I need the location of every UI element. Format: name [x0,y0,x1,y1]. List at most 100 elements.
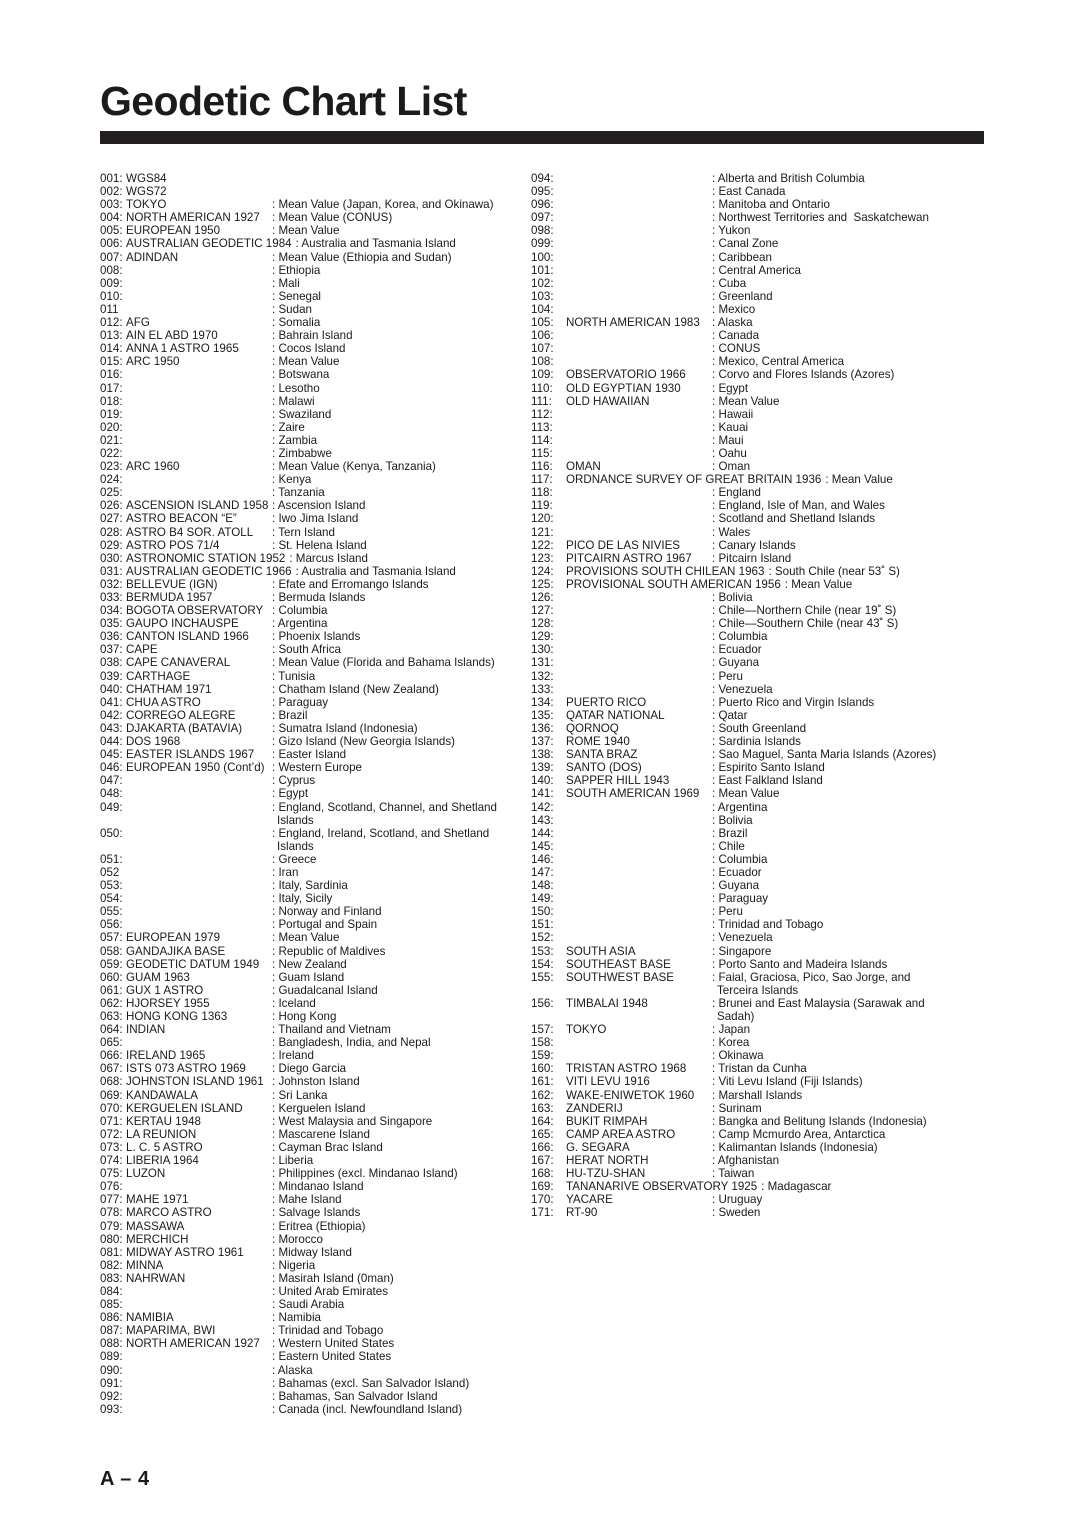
datum-region: : St. Helena Island [272,539,520,552]
datum-region-line: : Sao Maguel, Santa Maria Islands (Azore… [712,748,937,762]
datum-entry: 105: NORTH AMERICAN 1983: Alaska [531,316,991,329]
datum-region: : Tristan da Cunha [712,1062,991,1075]
datum-region-line: : Brunei and East Malaysia (Sarawak and [712,996,925,1010]
datum-entry: 089:: Eastern United States [100,1350,520,1363]
datum-entry: 004: NORTH AMERICAN 1927: Mean Value (CON… [100,211,520,224]
datum-name: ISTS 073 ASTRO 1969 [126,1062,246,1076]
datum-entry: 117: ORDNANCE SURVEY OF GREAT BRITAIN 193… [531,473,991,486]
datum-entry: 086: NAMIBIA: Namibia [100,1311,520,1324]
datum-entry: 026: ASCENSION ISLAND 1958: Ascension Isl… [100,499,520,512]
datum-region-line: : Alaska [712,316,753,330]
datum-index: 139: [531,761,554,775]
datum-entry: 164: BUKIT RIMPAH: Bangka and Belitung Is… [531,1115,991,1128]
datum-region: : Australia and Tasmania Island [296,237,520,250]
datum-region-line: : Sardinia Islands [712,735,801,749]
datum-region: : Diego Garcia [272,1062,520,1075]
datum-index: 002: [100,185,123,199]
datum-region-line: : Caribbean [712,250,772,264]
datum-index: 124: [531,564,554,578]
datum-region-line: : Portugal and Spain [272,918,378,932]
datum-region: : Salvage Islands [272,1206,520,1219]
datum-region-line: : Republic of Maldives [272,944,386,958]
datum-index: 007: [100,250,123,264]
datum-entry: 125: PROVISIONAL SOUTH AMERICAN 1956: Mea… [531,578,991,591]
datum-index: 170: [531,1193,554,1207]
datum-region: : Trinidad and Tobago [272,1324,520,1337]
datum-entry: 159:: Okinawa [531,1049,991,1062]
datum-region-line: : Philippines (excl. Mindanao Island) [272,1167,458,1181]
datum-index: 056: [100,918,123,932]
datum-region: : Saudi Arabia [272,1298,520,1311]
datum-region-line: : East Falkland Island [712,774,823,788]
datum-region: : Mean Value [785,578,991,591]
datum-region: : Alberta and British Columbia [712,172,991,185]
datum-entry: 005: EUROPEAN 1950: Mean Value [100,224,520,237]
datum-region-line: : Maui [712,433,744,447]
datum-region-line: : Mean Value (Florida and Bahama Islands… [272,656,495,670]
datum-entry: 093:: Canada (incl. Newfoundland Island) [100,1403,520,1416]
datum-name: NAMIBIA [126,1311,174,1325]
datum-entry: 077: MAHE 1971: Mahe Island [100,1193,520,1206]
datum-name: KANDAWALA [126,1088,198,1102]
datum-entry: 096:: Manitoba and Ontario [531,198,991,211]
datum-entry: 112:: Hawaii [531,408,991,421]
datum-index: 047: [100,774,123,788]
datum-region-line: : Guadalcanal Island [272,983,378,997]
datum-region: : Brazil [272,709,520,722]
datum-region: : Greece [272,853,520,866]
datum-entry: 149:: Paraguay [531,892,991,905]
datum-name: SAPPER HILL 1943 [566,774,670,788]
datum-index: 149: [531,892,554,906]
datum-index: 011 [100,302,119,316]
datum-region-line: : Greenland [712,289,773,303]
datum-index: 138: [531,748,554,762]
datum-region-line: : Mean Value [712,787,780,801]
datum-region: : Somalia [272,316,520,329]
datum-index: 040: [100,682,123,696]
datum-region-line: : Mexico, Central America [712,355,845,369]
datum-region: : Mean Value [272,931,520,944]
datum-region-line: : Ethiopia [272,263,321,277]
datum-index: 065: [100,1036,123,1050]
datum-name: TRISTAN ASTRO 1968 [566,1062,687,1076]
datum-entry: 083: NAHRWAN: Masirah Island (0man) [100,1272,520,1285]
datum-region-line: : Camp Mcmurdo Area, Antarctica [712,1127,886,1141]
datum-region: : Guam Island [272,971,520,984]
datum-region-line: : Central America [712,263,801,277]
datum-region: : South Chile (near 53˚ S) [768,565,991,578]
datum-region-line: : Senegal [272,289,321,303]
datum-entry: 028: ASTRO B4 SOR. ATOLL: Tern Island [100,526,520,539]
datum-region: : Tunisia [272,670,520,683]
datum-region-line: : Ecuador [712,643,762,657]
datum-region: : Columbia [712,853,991,866]
datum-index: 155: [531,970,554,984]
datum-name: JOHNSTON ISLAND 1961 [126,1075,264,1089]
datum-name: RT-90 [566,1206,598,1220]
datum-region-line: : St. Helena Island [272,538,367,552]
datum-region: : South Greenland [712,722,991,735]
datum-entry: 029: ASTRO POS 71/4: St. Helena Island [100,539,520,552]
datum-index: 100: [531,250,554,264]
datum-region-line: : Okinawa [712,1049,764,1063]
datum-region-line: : Zaire [272,420,305,434]
datum-region-line: : Columbia [712,630,768,644]
datum-index: 167: [531,1154,554,1168]
datum-entry: 101:: Central America [531,264,991,277]
datum-entry: 167: HERAT NORTH: Afghanistan [531,1154,991,1167]
datum-region: : Korea [712,1036,991,1049]
datum-region-line: : Bahrain Island [272,329,353,343]
datum-entry: 146:: Columbia [531,853,991,866]
datum-region-line: : Ascension Island [272,499,366,513]
datum-region: : Peru [712,905,991,918]
datum-region: : Bolivia [712,814,991,827]
datum-index: 067: [100,1062,123,1076]
datum-region: : Mexico, Central America [712,355,991,368]
datum-entry: 170: YACARE: Uruguay [531,1193,991,1206]
datum-index: 076: [100,1180,123,1194]
datum-region-line: : Tanzania [272,486,325,500]
datum-name: WAKE-ENIWETOK 1960 [566,1088,695,1102]
datum-entry: 124: PROVISIONS SOUTH CHILEAN 1963: South… [531,565,991,578]
datum-entry: 012: AFG: Somalia [100,316,520,329]
datum-name: TANANARIVE OBSERVATORY 1925 [566,1180,758,1194]
datum-region-line: : Kenya [272,473,312,487]
